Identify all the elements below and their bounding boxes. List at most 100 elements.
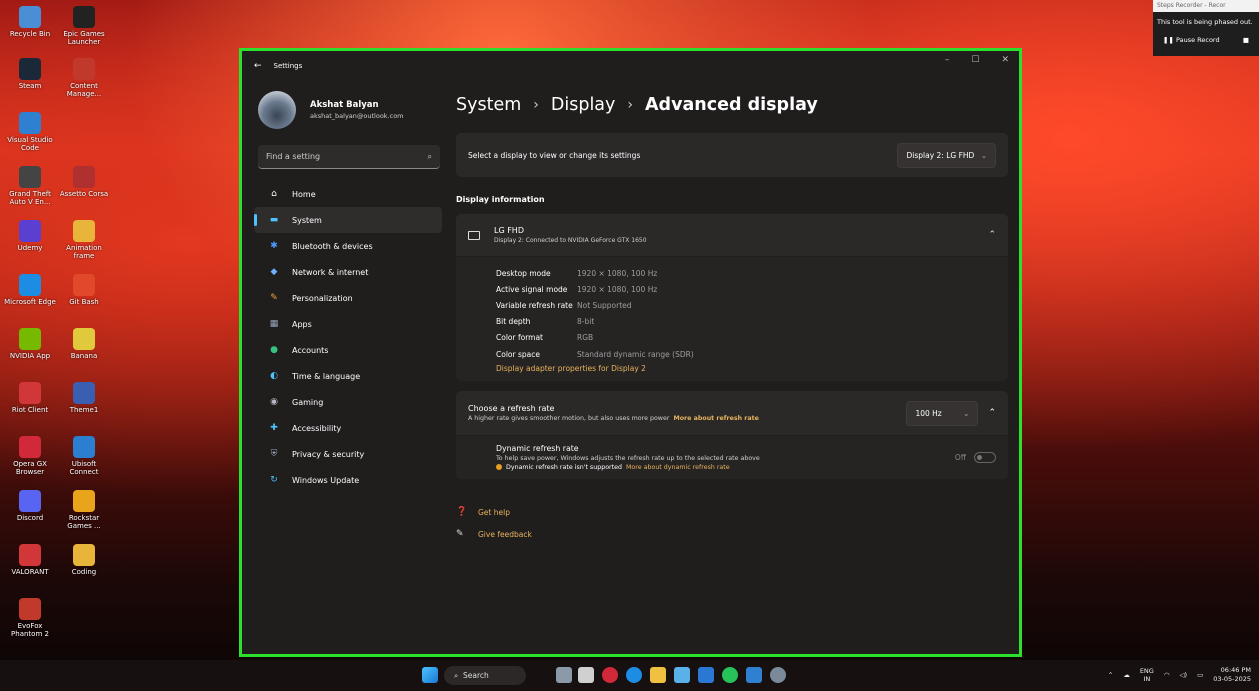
sidebar-item-accounts[interactable]: ● Accounts bbox=[254, 337, 442, 363]
desktop-icon[interactable]: Discord bbox=[4, 490, 56, 522]
sidebar-item-accessibility[interactable]: ✚ Accessibility bbox=[254, 415, 442, 441]
adapter-properties-link[interactable]: Display adapter properties for Display 2 bbox=[496, 364, 1008, 373]
breadcrumb-display[interactable]: Display bbox=[551, 95, 616, 115]
pause-record-button[interactable]: ❚❚ Pause Record bbox=[1163, 36, 1220, 44]
more-refresh-link[interactable]: More about refresh rate bbox=[673, 415, 758, 422]
sidebar-item-network-internet[interactable]: ◆ Network & internet bbox=[254, 259, 442, 285]
steps-recorder-title: Steps Recorder - Recor bbox=[1153, 0, 1259, 12]
outlook-icon[interactable] bbox=[698, 667, 714, 683]
sidebar-item-privacy-security[interactable]: ⛨ Privacy & security bbox=[254, 441, 442, 467]
onedrive-icon[interactable]: ☁ bbox=[1123, 671, 1130, 679]
sidebar-item-personalization[interactable]: ✎ Personalization bbox=[254, 285, 442, 311]
opera-icon[interactable] bbox=[602, 667, 618, 683]
sidebar-item-label: Privacy & security bbox=[292, 449, 365, 459]
chevron-down-icon: ⌄ bbox=[980, 150, 987, 160]
desktop-icon[interactable]: Riot Client bbox=[4, 382, 56, 414]
taskbar-search[interactable]: ⌕ Search bbox=[444, 666, 526, 685]
volume-icon[interactable]: ◁) bbox=[1180, 671, 1188, 679]
warning-icon bbox=[496, 464, 502, 471]
settings-gear-icon[interactable] bbox=[770, 667, 786, 683]
monitor-icon bbox=[468, 230, 480, 240]
maximize-button[interactable]: ☐ bbox=[971, 55, 979, 65]
desktop-icon[interactable]: Assetto Corsa bbox=[58, 166, 110, 198]
display-info-header[interactable]: LG FHD Display 2: Connected to NVIDIA Ge… bbox=[456, 214, 1008, 256]
info-value: 1920 × 1080, 100 Hz bbox=[577, 268, 658, 278]
desktop-icon[interactable]: Ubisoft Connect bbox=[58, 436, 110, 476]
desktop-icon-label: Recycle Bin bbox=[9, 30, 51, 38]
language-indicator[interactable]: ENG IN bbox=[1140, 667, 1154, 683]
desktop-icon[interactable]: Rockstar Games ... bbox=[58, 490, 110, 530]
desktop-icon[interactable]: Epic Games Launcher bbox=[58, 6, 110, 46]
windows-start-icon[interactable] bbox=[422, 667, 438, 683]
desktop-icon[interactable]: Animation frame bbox=[58, 220, 110, 260]
section-title: Display information bbox=[456, 195, 545, 204]
chevron-up-icon[interactable]: ⌃ bbox=[1108, 671, 1113, 679]
whatsapp-icon[interactable] bbox=[722, 667, 738, 683]
give-feedback-link[interactable]: ✎ Give feedback bbox=[456, 523, 1008, 545]
display-select-dropdown[interactable]: Display 2: LG FHD ⌄ bbox=[897, 142, 996, 168]
profile[interactable]: Akshat Balyan akshat_balyan@outlook.com bbox=[250, 85, 440, 131]
desktop-icon[interactable]: Grand Theft Auto V En... bbox=[4, 166, 56, 206]
desktop-icon[interactable]: Visual Studio Code bbox=[4, 112, 56, 152]
desktop-icon[interactable]: Udemy bbox=[4, 220, 56, 252]
desktop-icon[interactable]: Coding bbox=[58, 544, 110, 576]
info-row: Variable refresh rate Not Supported bbox=[496, 297, 1008, 313]
more-dynamic-refresh-link[interactable]: More about dynamic refresh rate bbox=[626, 464, 730, 471]
desktop-icon[interactable]: Git Bash bbox=[58, 274, 110, 306]
desktop-icon[interactable]: Banana bbox=[58, 328, 110, 360]
chevron-up-icon[interactable]: ⌃ bbox=[988, 230, 996, 240]
sidebar-item-home[interactable]: ⌂ Home bbox=[254, 181, 442, 207]
chevron-up-icon[interactable]: ⌃ bbox=[988, 408, 996, 418]
search-placeholder: Find a setting bbox=[266, 152, 321, 161]
stop-icon[interactable]: ■ bbox=[1243, 36, 1249, 44]
title-bar: ← Settings bbox=[242, 51, 1019, 81]
desktop-icon[interactable]: EvoFox Phantom 2 bbox=[4, 598, 56, 638]
clock[interactable]: 06:46 PM 03-05-2025 bbox=[1213, 666, 1251, 684]
desktop-icon[interactable]: Steam bbox=[4, 58, 56, 90]
sidebar: Akshat Balyan akshat_balyan@outlook.com … bbox=[250, 85, 442, 493]
widgets-icon[interactable] bbox=[556, 667, 572, 683]
get-help-link[interactable]: ❓ Get help bbox=[456, 501, 1008, 523]
sidebar-item-label: Bluetooth & devices bbox=[292, 241, 373, 251]
sidebar-item-bluetooth-devices[interactable]: ✱ Bluetooth & devices bbox=[254, 233, 442, 259]
info-row: Color format RGB bbox=[496, 330, 1008, 346]
feedback-icon: ✎ bbox=[456, 529, 464, 540]
sidebar-item-windows-update[interactable]: ↻ Windows Update bbox=[254, 467, 442, 493]
battery-icon[interactable]: ▭ bbox=[1197, 671, 1203, 679]
desktop-icon[interactable]: Theme1 bbox=[58, 382, 110, 414]
vscode-icon[interactable] bbox=[746, 667, 762, 683]
task-view-icon[interactable] bbox=[578, 667, 594, 683]
dynamic-refresh-row: Dynamic refresh rate To help save power,… bbox=[456, 436, 1008, 480]
nav-list: ⌂ Home ▬ System ✱ Bluetooth & devices ◆ Network… bbox=[250, 181, 442, 493]
info-key: Color space bbox=[496, 349, 540, 359]
refresh-rate-dropdown[interactable]: 100 Hz ⌄ bbox=[906, 400, 979, 426]
desktop-icon-label: EvoFox Phantom 2 bbox=[11, 622, 49, 638]
breadcrumb-system[interactable]: System bbox=[456, 95, 521, 115]
desktop-icon[interactable]: VALORANT bbox=[4, 544, 56, 576]
app-icon bbox=[73, 274, 95, 296]
file-explorer-icon[interactable] bbox=[650, 667, 666, 683]
search-input[interactable]: Find a setting ⌕ bbox=[258, 145, 440, 169]
sidebar-item-time-language[interactable]: ◐ Time & language bbox=[254, 363, 442, 389]
desktop-icon-label: Grand Theft Auto V En... bbox=[9, 190, 51, 206]
close-button[interactable]: ✕ bbox=[1001, 55, 1009, 65]
edge-icon[interactable] bbox=[626, 667, 642, 683]
update-icon: ↻ bbox=[270, 475, 278, 485]
sidebar-item-apps[interactable]: ▦ Apps bbox=[254, 311, 442, 337]
back-arrow-icon[interactable]: ← bbox=[254, 61, 262, 71]
home-icon: ⌂ bbox=[271, 189, 277, 199]
desktop-icon[interactable]: Opera GX Browser bbox=[4, 436, 56, 476]
sidebar-item-gaming[interactable]: ◉ Gaming bbox=[254, 389, 442, 415]
desktop-icon[interactable]: Recycle Bin bbox=[4, 6, 56, 38]
desktop-icon[interactable]: Microsoft Edge bbox=[4, 274, 56, 306]
steps-recorder-window: Steps Recorder - Recor This tool is bein… bbox=[1153, 0, 1259, 56]
minimize-button[interactable]: – bbox=[945, 55, 950, 65]
wifi-icon[interactable]: ◠ bbox=[1164, 671, 1170, 679]
dynamic-refresh-toggle[interactable]: Off bbox=[955, 452, 996, 464]
desktop-icon[interactable]: NVIDIA App bbox=[4, 328, 56, 360]
store-icon[interactable] bbox=[674, 667, 690, 683]
app-icon bbox=[73, 6, 95, 28]
dynamic-refresh-sub: To help save power, Windows adjusts the … bbox=[496, 455, 760, 463]
desktop-icon[interactable]: Content Manage... bbox=[58, 58, 110, 98]
sidebar-item-system[interactable]: ▬ System bbox=[254, 207, 442, 233]
